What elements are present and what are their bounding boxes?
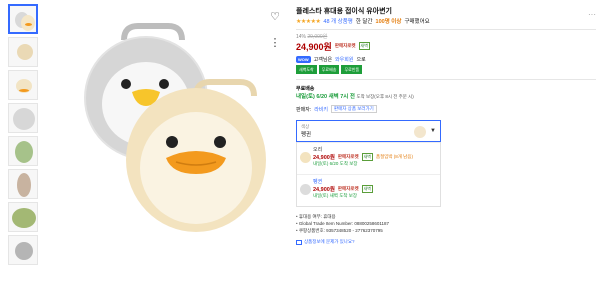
option-thumbnail [300, 152, 311, 163]
report-link[interactable]: 상품정보에 문제가 있나요? [296, 239, 596, 245]
dawn-badge: 새벽 [358, 42, 370, 50]
thumbnail-6[interactable] [8, 169, 38, 199]
report-link-label: 상품정보에 문제가 있나요? [304, 239, 355, 244]
option-delivery: 내일(토) 6/20 도착 보장 [313, 161, 358, 166]
thumbnail-strip [8, 4, 40, 268]
thumbnail-3[interactable] [8, 70, 38, 100]
share-icon[interactable]: ⋮ [268, 36, 282, 50]
option-item-penguin[interactable]: 펭귄 24,900원 판매자로켓 새벽 내일(토) 새벽 도착 보장 [297, 174, 440, 206]
thumbnail-2[interactable] [8, 37, 38, 67]
wow-member-link[interactable]: 와우회원 [335, 56, 353, 63]
thumbnail-1[interactable] [8, 4, 38, 34]
benefit-free-shipping: 무료배송 [318, 65, 340, 74]
seller-row: 판매자: 라비키 판매자 상품 보러가기 [296, 104, 596, 114]
divider [296, 29, 596, 30]
benefit-dawn-delivery: 새벽도착 [296, 65, 317, 74]
detail-gtin: Global Trade Item Number: 08800258601187 [296, 220, 596, 227]
product-details: 휴대용 여부: 휴대용 Global Trade Item Number: 08… [296, 213, 596, 234]
seller-name-link[interactable]: 라비키 [314, 106, 328, 113]
option-name: 펭귄 [313, 179, 323, 185]
option-item-duck[interactable]: 오리 24,900원 판매자로켓 새벽 품절임박 (8개 남음) 내일(토) 6… [297, 142, 440, 174]
thumbnail-8[interactable] [8, 235, 38, 265]
option-list: 오리 24,900원 판매자로켓 새벽 품절임박 (8개 남음) 내일(토) 6… [296, 142, 441, 207]
divider [296, 79, 596, 80]
option-thumbnail [300, 184, 311, 195]
social-proof-prefix: 한 달간 [355, 19, 373, 25]
seller-products-button[interactable]: 판매자 상품 보러가기 [331, 105, 377, 113]
option-name: 오리 [313, 147, 323, 153]
side-actions: ♡ ⋮ [268, 10, 284, 62]
wow-benefits: 새벽도착 무료배송 무료반품 [296, 65, 596, 74]
price-row: 24,900원 판매자로켓 새벽 [296, 40, 596, 52]
detail-portable: 휴대용 여부: 휴대용 [296, 213, 596, 220]
thumbnail-5[interactable] [8, 136, 38, 166]
shipping-label: 무료배송 [296, 86, 315, 92]
detail-product-number: 쿠팡상품번호: 9357348520 - 27762370795 [296, 227, 596, 234]
thumbnail-4[interactable] [8, 103, 38, 133]
shipping-note: 도착 보장(오후 8시 전 주문 시) [356, 94, 414, 99]
wow-suffix: 으로 [356, 57, 366, 63]
option-price-row: 24,900원 판매자로켓 새벽 [313, 185, 436, 193]
social-proof-suffix: 구매했어요 [404, 19, 430, 25]
option-delivery: 내일(토) 새벽 도착 보장 [313, 193, 358, 198]
seller-rocket-label: 판매자로켓 [334, 43, 356, 48]
product-title: 플레스타 휴대용 접이식 유아변기 [296, 8, 392, 15]
dawn-badge: 새벽 [361, 185, 373, 193]
shipping-date-row: 내일(토) 6/20 새벽 7시 전 도착 보장(오후 8시 전 주문 시) [296, 92, 596, 100]
wow-text: 고객님은 [313, 57, 333, 63]
dawn-badge: 새벽 [361, 153, 373, 161]
report-icon [296, 239, 302, 245]
more-options-icon[interactable]: ··· [588, 10, 596, 19]
seller-rocket-label: 판매자로켓 [337, 186, 359, 191]
sale-price: 24,900원 [296, 41, 332, 52]
original-price-row: 14% 29,000원 [296, 33, 596, 40]
seller-rocket-label: 판매자로켓 [337, 154, 359, 159]
review-count-link[interactable]: 48 개 상품평 [323, 17, 352, 25]
option-price: 24,900원 [313, 155, 335, 161]
rating-stars: ★★★★★ [296, 18, 321, 25]
product-info-panel: 플레스타 휴대용 접이식 유아변기 ··· ★★★★★ 48 개 상품평 한 달… [296, 0, 596, 245]
shipping-date: 내일(토) 6/20 새벽 7시 전 [296, 94, 355, 100]
thumbnail-7[interactable] [8, 202, 38, 232]
wow-row: WOW 고객님은 와우회원 으로 [296, 55, 596, 64]
option-thumbnail [414, 126, 426, 138]
product-main-image [46, 0, 266, 240]
color-option-select[interactable]: 색상 펭귄 ▼ [296, 120, 441, 142]
duck-potty-illustration [84, 23, 266, 232]
rating-row: ★★★★★ 48 개 상품평 한 달간 100명 이상 구매했어요 [296, 16, 596, 26]
stock-note: 품절임박 (8개 남음) [375, 154, 413, 159]
chevron-down-icon: ▼ [430, 128, 436, 134]
benefit-free-return: 무료반품 [341, 65, 363, 74]
seller-label: 판매자: [296, 106, 312, 113]
option-price: 24,900원 [313, 187, 335, 193]
social-proof-count: 100명 이상 [375, 19, 402, 25]
heart-icon[interactable]: ♡ [268, 10, 282, 24]
wow-badge: WOW [296, 56, 311, 63]
option-price-row: 24,900원 판매자로켓 새벽 품절임박 (8개 남음) [313, 153, 436, 161]
